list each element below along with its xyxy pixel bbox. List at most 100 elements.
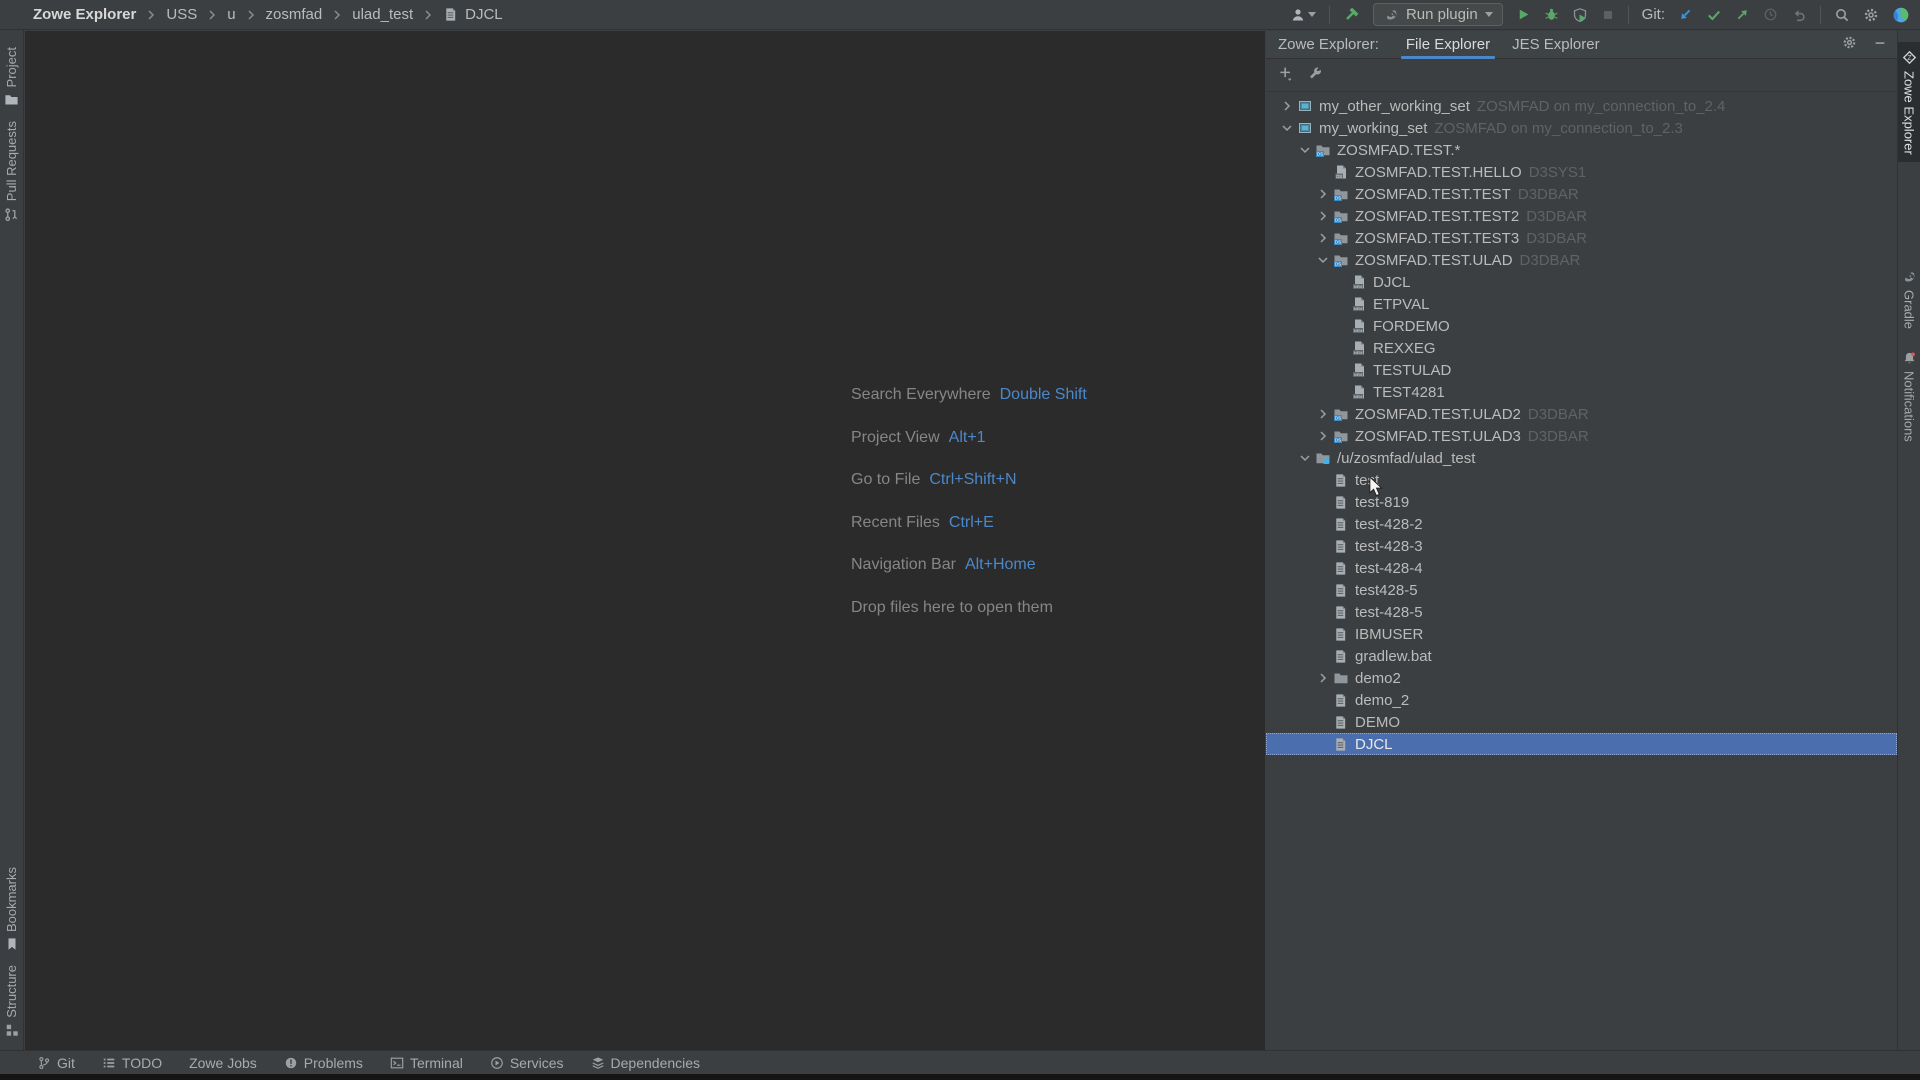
tree-row[interactable]: /u/zosmfad/ulad_test [1266, 447, 1897, 469]
stop-button[interactable] [1601, 8, 1615, 22]
stripe-item-label: Structure [4, 965, 19, 1018]
breadcrumb-item[interactable]: USS [166, 6, 197, 23]
stripe-item-zowe-explorer[interactable]: ZZowe Explorer [1898, 42, 1920, 162]
tree-row[interactable]: DSZOSMFAD.TEST.TEST3D3DBAR [1266, 227, 1897, 249]
tree-row[interactable]: DEMO [1266, 711, 1897, 733]
tree-row[interactable]: DSZOSMFAD.TEST.ULADD3DBAR [1266, 249, 1897, 271]
tree-row[interactable]: gradlew.bat [1266, 645, 1897, 667]
tree-row[interactable]: DJCL [1266, 733, 1897, 755]
tree-row[interactable]: test-428-2 [1266, 513, 1897, 535]
panel-options-button[interactable] [1842, 35, 1857, 54]
coverage-button[interactable] [1572, 7, 1588, 23]
toolwindow-button-services[interactable]: Services [490, 1055, 564, 1071]
tree-item-name: test428-5 [1355, 582, 1418, 599]
user-button[interactable] [1290, 7, 1316, 23]
search-icon [1834, 7, 1850, 23]
history-button[interactable] [1763, 7, 1778, 22]
tree-row[interactable]: MEMTEST4281 [1266, 381, 1897, 403]
toolwindow-button-git[interactable]: Git [37, 1055, 75, 1071]
tree-row[interactable]: IBMUSER [1266, 623, 1897, 645]
tree-row[interactable]: demo2 [1266, 667, 1897, 689]
stripe-item-bookmarks[interactable]: Bookmarks [0, 860, 23, 958]
chevron-right-icon[interactable] [1314, 186, 1332, 202]
stripe-item-notifications[interactable]: Notifications [1898, 344, 1920, 449]
tree-row[interactable]: MEMETPVAL [1266, 293, 1897, 315]
chevron-down-icon[interactable] [1296, 142, 1314, 158]
editor-empty-area: Search EverywhereDouble ShiftProject Vie… [25, 31, 1265, 1050]
tree-row[interactable]: DSZOSMFAD.TEST.HELLOD3SYS1 [1266, 161, 1897, 183]
chevron-right-icon [204, 7, 220, 23]
tree-row[interactable]: MEMTESTULAD [1266, 359, 1897, 381]
chevron-right-icon[interactable] [1314, 428, 1332, 444]
stripe-item-pull-requests[interactable]: Pull Requests [0, 114, 23, 228]
git-commit-button[interactable] [1706, 7, 1722, 23]
shortcut-line: Project ViewAlt+1 [851, 417, 1087, 460]
run-configuration-combo[interactable]: Run plugin [1373, 3, 1503, 26]
rollback-button[interactable] [1791, 7, 1807, 23]
chevron-down-icon[interactable] [1314, 252, 1332, 268]
chevron-down-icon[interactable] [1296, 450, 1314, 466]
tree-row[interactable]: DSZOSMFAD.TEST.* [1266, 139, 1897, 161]
notifications-icon [1902, 351, 1917, 366]
breadcrumb-item[interactable]: zosmfad [266, 6, 323, 23]
chevron-right-icon [143, 7, 159, 23]
hide-panel-button[interactable] [1873, 36, 1887, 54]
tree-row[interactable]: MEMREXXEG [1266, 337, 1897, 359]
chevron-right-icon[interactable] [1314, 230, 1332, 246]
shortcut-keys: Alt+Home [965, 556, 1036, 573]
tree-item-annotation: ZOSMFAD on my_connection_to_2.4 [1477, 98, 1725, 115]
tree-item-name: ZOSMFAD.TEST.TEST [1355, 186, 1511, 203]
toolwindow-button-dependencies[interactable]: Dependencies [591, 1055, 701, 1071]
chevron-down-icon[interactable] [1278, 120, 1296, 136]
tree-row[interactable]: DSZOSMFAD.TEST.ULAD3D3DBAR [1266, 425, 1897, 447]
terminal-icon [390, 1056, 404, 1070]
avatar-button[interactable] [1892, 6, 1910, 24]
stripe-item-structure[interactable]: Structure [0, 958, 23, 1044]
stripe-item-gradle[interactable]: Gradle [1898, 262, 1920, 336]
hammer-button[interactable] [1343, 6, 1360, 23]
breadcrumb-item[interactable]: u [227, 6, 235, 23]
file-icon [1332, 495, 1349, 510]
tree-row[interactable]: test428-5 [1266, 579, 1897, 601]
tree-row[interactable]: my_working_setZOSMFAD on my_connection_t… [1266, 117, 1897, 139]
left-stripe-bottom-group: Bookmarks Structure [0, 860, 23, 1050]
settings-button[interactable] [1863, 7, 1879, 23]
chevron-right-icon[interactable] [1314, 208, 1332, 224]
toolwindow-button-problems[interactable]: Problems [284, 1055, 363, 1071]
tree-row[interactable]: test-819 [1266, 491, 1897, 513]
breadcrumb-item[interactable]: ulad_test [352, 6, 413, 23]
debug-button[interactable] [1544, 7, 1559, 22]
tree-row[interactable]: test-428-3 [1266, 535, 1897, 557]
breadcrumb-root[interactable]: Zowe Explorer [33, 6, 136, 23]
tree-row[interactable]: test [1266, 469, 1897, 491]
tree-item-name: ZOSMFAD.TEST.ULAD3 [1355, 428, 1521, 445]
tab-file-explorer[interactable]: File Explorer [1395, 31, 1501, 59]
tree-row[interactable]: test-428-4 [1266, 557, 1897, 579]
tree-row[interactable]: DSZOSMFAD.TEST.ULAD2D3DBAR [1266, 403, 1897, 425]
tree-row[interactable]: DSZOSMFAD.TEST.TESTD3DBAR [1266, 183, 1897, 205]
chevron-right-icon[interactable] [1314, 406, 1332, 422]
file-icon [1332, 737, 1349, 752]
tree-row[interactable]: MEMFORDEMO [1266, 315, 1897, 337]
edit-settings-button[interactable] [1308, 66, 1323, 85]
git-update-button[interactable] [1678, 7, 1693, 22]
stripe-item-project[interactable]: Project [0, 40, 23, 114]
tree-row[interactable]: my_other_working_setZOSMFAD on my_connec… [1266, 95, 1897, 117]
tree-row[interactable]: test-428-5 [1266, 601, 1897, 623]
shortcut-action: Project View [851, 429, 940, 446]
chevron-right-icon[interactable] [1314, 670, 1332, 686]
tree-row[interactable]: DSZOSMFAD.TEST.TEST2D3DBAR [1266, 205, 1897, 227]
chevron-right-icon[interactable] [1278, 98, 1296, 114]
run-button[interactable] [1516, 7, 1531, 22]
add-working-set-button[interactable] [1278, 66, 1293, 85]
tab-jes-explorer[interactable]: JES Explorer [1501, 31, 1611, 59]
tree-row[interactable]: MEMDJCL [1266, 271, 1897, 293]
toolwindow-button-terminal[interactable]: Terminal [390, 1055, 463, 1071]
toolwindow-button-zowe-jobs[interactable]: Zowe Jobs [189, 1055, 257, 1071]
tree-row[interactable]: demo_2 [1266, 689, 1897, 711]
git-push-button[interactable] [1735, 7, 1750, 22]
search-button[interactable] [1834, 7, 1850, 23]
toolwindow-button-todo[interactable]: TODO [102, 1055, 162, 1071]
breadcrumb-file[interactable]: DJCL [465, 6, 503, 23]
file-icon [1332, 583, 1349, 598]
